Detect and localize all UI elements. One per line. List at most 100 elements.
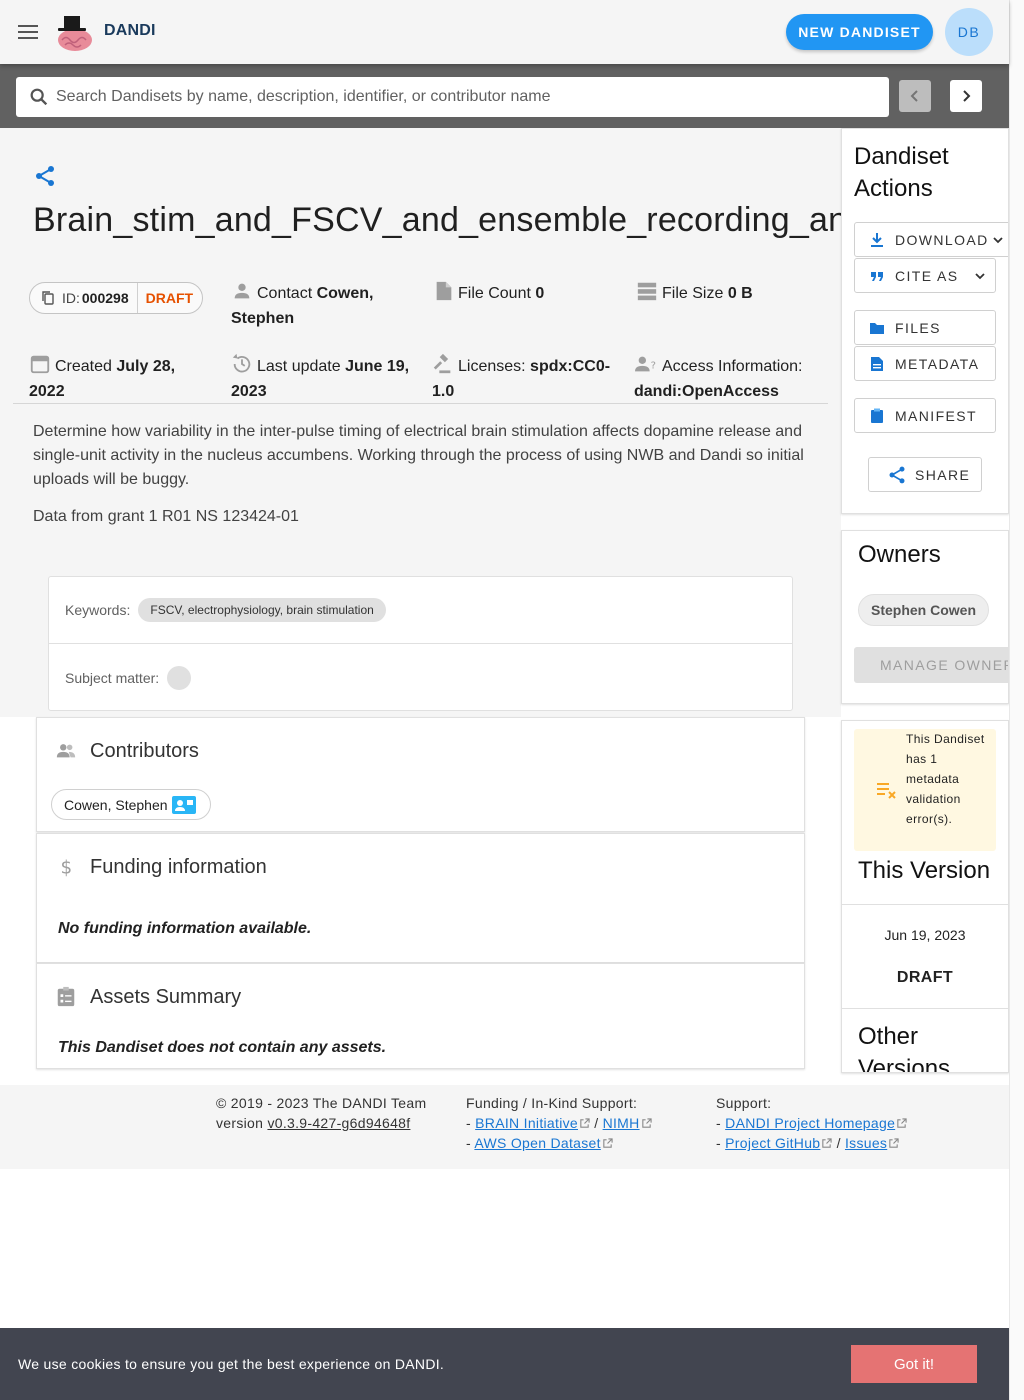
external-link-icon (580, 1118, 590, 1128)
dollar-icon: $ (61, 857, 73, 878)
cite-as-label: CITE AS (895, 267, 959, 284)
version-status[interactable]: DRAFT (842, 969, 1008, 987)
version-date: Jun 19, 2023 (884, 927, 966, 943)
chevron-left-icon (910, 90, 918, 102)
cookie-text: We use cookies to ensure you get the bes… (18, 1356, 445, 1372)
share-icon[interactable] (33, 164, 57, 188)
copy-icon[interactable] (40, 290, 56, 306)
this-version-title: This Version (858, 857, 991, 884)
svg-text:$: $ (61, 857, 73, 878)
project-github-link[interactable]: Project GitHub (725, 1135, 820, 1151)
nimh-link[interactable]: NIMH (603, 1115, 640, 1131)
id-separator (136, 283, 138, 313)
external-link-icon (603, 1138, 613, 1148)
prev-dandiset-button[interactable] (899, 80, 931, 112)
actions-title: Dandiset Actions (854, 143, 949, 202)
files-label: FILES (895, 319, 941, 336)
issues-link[interactable]: Issues (845, 1135, 887, 1151)
owners-title: Owners (858, 541, 941, 568)
external-link-icon (889, 1138, 899, 1148)
manage-owners-label: MANAGE OWNERS (880, 657, 1008, 673)
licenses: Licenses: spdx:CC0-1.0 (432, 353, 622, 404)
page-scrollbar[interactable] (1009, 0, 1024, 1400)
search-input[interactable] (56, 78, 889, 116)
quote-icon (871, 271, 883, 281)
dandiset-id-chip: ID: 000298 DRAFT (29, 282, 203, 314)
brain-initiative-link[interactable]: BRAIN Initiative (475, 1115, 578, 1131)
metadata-button[interactable]: METADATA (854, 346, 996, 381)
external-link-icon (897, 1118, 907, 1128)
file-count: File Count 0 (434, 280, 544, 306)
id-label: ID: (62, 290, 80, 306)
licenses-label: Licenses: (458, 358, 526, 375)
aws-open-dataset-link[interactable]: AWS Open Dataset (474, 1135, 600, 1151)
footer: © 2019 - 2023 The DANDI Team version v0.… (0, 1085, 1009, 1169)
contact-mail-icon (171, 795, 196, 814)
subject-matter-row: Subject matter: (49, 644, 792, 711)
keywords-card: Keywords: FSCV, electrophysiology, brain… (48, 576, 793, 711)
new-dandiset-button[interactable]: NEW DANDISET (786, 14, 933, 50)
funding-card: $ Funding information No funding informa… (36, 833, 805, 963)
validation-warning[interactable]: This Dandiset has 1 metadata validation … (854, 729, 996, 851)
manifest-label: MANIFEST (895, 407, 977, 424)
dandiset-title: Brain_stim_and_FSCV_and_ensemble_recordi… (33, 201, 841, 239)
footer-copyright-col: © 2019 - 2023 The DANDI Team version v0.… (216, 1093, 426, 1133)
assets-summary-card: Assets Summary This Dandiset does not co… (36, 963, 805, 1069)
calendar-icon (30, 355, 50, 374)
file-count-value: 0 (535, 285, 545, 302)
manifest-button[interactable]: MANIFEST (854, 398, 996, 433)
last-update: Last update June 19, 2023 (231, 353, 411, 404)
owner-chip: Stephen Cowen (858, 594, 990, 626)
dandi-homepage-link[interactable]: DANDI Project Homepage (725, 1115, 895, 1131)
version-divider-2 (842, 1008, 1008, 1009)
share-label: SHARE (915, 466, 971, 483)
subject-matter-chip (167, 665, 192, 690)
cookie-banner: We use cookies to ensure you get the bes… (0, 1328, 1009, 1400)
brain-logo[interactable] (52, 10, 96, 54)
menu-icon[interactable] (12, 16, 44, 48)
footer-version-prefix: version (216, 1115, 264, 1131)
user-avatar[interactable]: DB (945, 8, 993, 56)
contributor-chip[interactable]: Cowen, Stephen (51, 789, 211, 820)
version-link[interactable]: v0.3.9-427-g6d94648f (267, 1115, 410, 1131)
funding-title: Funding information (90, 856, 267, 878)
external-link-icon (641, 1118, 652, 1128)
contributors-title: Contributors (90, 740, 199, 762)
next-dandiset-button[interactable] (950, 80, 982, 112)
playlist-remove-icon (877, 783, 896, 799)
history-icon (232, 353, 251, 373)
storage-icon (637, 282, 657, 301)
access-value: dandi:OpenAccess (634, 383, 779, 400)
keywords-label: Keywords: (65, 602, 131, 618)
cookie-accept-button[interactable]: Got it! (851, 1345, 977, 1383)
cite-as-button[interactable]: CITE AS (854, 258, 996, 293)
download-button[interactable]: DOWNLOAD (854, 222, 1008, 257)
files-button[interactable]: FILES (854, 310, 996, 345)
created-label: Created (55, 358, 112, 375)
file-count-label: File Count (458, 285, 531, 302)
gavel-icon (433, 353, 451, 374)
footer-support-col: Support: - DANDI Project Homepage - Proj… (716, 1093, 907, 1153)
folder-icon (870, 322, 884, 334)
chevron-down-icon (993, 236, 1003, 243)
share-button[interactable]: SHARE (868, 457, 982, 492)
access-label: Access Information: (662, 358, 803, 375)
footer-support-title: Support: (716, 1095, 772, 1111)
file-size-label: File Size (662, 285, 724, 302)
search-icon (30, 88, 48, 106)
chevron-down-icon (975, 272, 985, 279)
subject-matter-label: Subject matter: (65, 669, 160, 686)
manage-owners-button[interactable]: MANAGE OWNERS (854, 647, 1008, 683)
metadata-label: METADATA (895, 355, 980, 372)
search-field[interactable] (16, 77, 889, 117)
person-icon (234, 283, 250, 299)
validation-warning-text: This Dandiset has 1 metadata validation … (906, 732, 985, 826)
group-icon (56, 744, 76, 758)
external-link-icon (822, 1138, 833, 1148)
assets-empty-message: This Dandiset does not contain any asset… (58, 1039, 387, 1056)
version-panel: This Dandiset has 1 metadata validation … (841, 720, 1009, 1073)
contact-info: Contact Cowen, Stephen (231, 280, 411, 331)
created-date: Created July 28, 2022 (29, 353, 204, 404)
assignment-icon (57, 986, 75, 1007)
brand-name[interactable]: DANDI (104, 22, 156, 40)
